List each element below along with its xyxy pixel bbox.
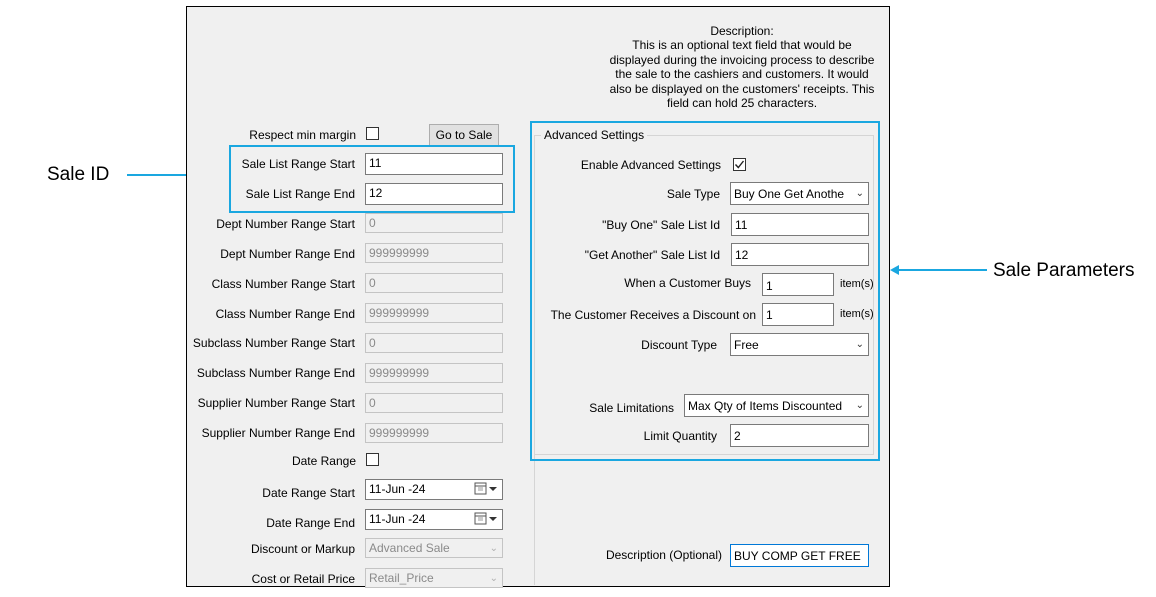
when-customer-buys-label: When a Customer Buys (624, 276, 751, 290)
dept-number-range-start-label: Dept Number Range Start (216, 217, 355, 231)
sale-parameters-arrowhead (890, 265, 899, 275)
class-number-range-end-input[interactable]: 999999999 (365, 303, 503, 323)
panel-divider (534, 455, 535, 585)
buy-one-sale-list-id-label: "Buy One" Sale List Id (602, 218, 720, 232)
discount-or-markup-select[interactable]: Advanced Sale ⌄ (365, 538, 503, 558)
class-number-range-start-label: Class Number Range Start (211, 277, 355, 291)
respect-min-margin-label: Respect min margin (249, 128, 356, 142)
chevron-down-icon: ⌄ (489, 573, 498, 584)
chevron-down-icon: ⌄ (489, 543, 498, 554)
sale-limitations-value: Max Qty of Items Discounted (688, 399, 843, 413)
customer-receives-discount-unit: item(s) (840, 308, 874, 320)
subclass-number-range-end-input[interactable]: 999999999 (365, 363, 503, 383)
subclass-number-range-end-label: Subclass Number Range End (196, 366, 355, 380)
description-optional-label: Description (Optional) (605, 548, 722, 562)
sale-limitations-label: Sale Limitations (589, 401, 674, 415)
date-range-end-value: 11-Jun -24 (369, 512, 426, 526)
discount-type-value: Free (734, 338, 759, 352)
sale-type-select[interactable]: Buy One Get Anothe ⌄ (730, 182, 869, 205)
supplier-number-range-start-input[interactable]: 0 (365, 393, 503, 413)
sale-parameters-arrow-line (899, 269, 987, 271)
chevron-down-icon: ⌄ (855, 399, 864, 413)
get-another-sale-list-id-label: "Get Another" Sale List Id (584, 248, 720, 262)
supplier-number-range-start-label: Supplier Number Range Start (197, 396, 355, 410)
sale-id-annotation: Sale ID (47, 164, 110, 185)
description-help-line: the sale to the cashiers and customers. … (615, 67, 869, 82)
sale-parameters-annotation: Sale Parameters (993, 260, 1135, 281)
sale-list-range-end-label: Sale List Range End (245, 187, 355, 201)
description-help-line: field can hold 25 characters. (666, 96, 818, 111)
sale-limitations-select[interactable]: Max Qty of Items Discounted ⌄ (684, 394, 869, 417)
chevron-down-icon: ⌄ (855, 339, 864, 350)
sale-type-value: Buy One Get Anothe (734, 187, 845, 201)
discount-type-label: Discount Type (641, 338, 717, 352)
calendar-dropdown-icon[interactable] (473, 482, 499, 496)
limit-quantity-input[interactable]: 2 (730, 424, 869, 447)
date-range-start-picker[interactable]: 11-Jun -24 (365, 479, 503, 500)
subclass-number-range-start-input[interactable]: 0 (365, 333, 503, 353)
date-range-checkbox[interactable] (366, 453, 379, 466)
supplier-number-range-end-label: Supplier Number Range End (201, 426, 355, 440)
get-another-sale-list-id-input[interactable]: 12 (731, 243, 869, 266)
description-help-line: This is an optional text field that woul… (632, 38, 852, 53)
respect-min-margin-checkbox[interactable] (366, 127, 379, 140)
checkmark-icon (734, 160, 745, 169)
class-number-range-start-input[interactable]: 0 (365, 273, 503, 293)
supplier-number-range-end-input[interactable]: 999999999 (365, 423, 503, 443)
calendar-dropdown-icon[interactable] (473, 512, 499, 526)
discount-or-markup-value: Advanced Sale (369, 541, 450, 555)
class-number-range-end-label: Class Number Range End (215, 307, 355, 321)
description-help-line: also be displayed on the customers' rece… (609, 81, 875, 96)
subclass-number-range-start-label: Subclass Number Range Start (192, 336, 355, 350)
date-range-start-label: Date Range Start (262, 486, 355, 500)
when-customer-buys-unit: item(s) (840, 278, 874, 290)
go-to-sale-button[interactable]: Go to Sale (429, 124, 499, 146)
discount-or-markup-label: Discount or Markup (250, 542, 355, 556)
description-help-text: Description: This is an optional text fi… (600, 24, 884, 110)
date-range-label: Date Range (291, 454, 356, 468)
description-help-line: displayed during the invoicing process t… (609, 52, 875, 67)
sale-type-label: Sale Type (666, 187, 720, 201)
dept-number-range-end-input[interactable]: 999999999 (365, 243, 503, 263)
enable-advanced-settings-label: Enable Advanced Settings (580, 158, 721, 172)
dept-number-range-start-input[interactable]: 0 (365, 213, 503, 233)
chevron-down-icon: ⌄ (855, 187, 864, 201)
customer-receives-discount-label: The Customer Receives a Discount on (550, 308, 756, 322)
cost-or-retail-price-select[interactable]: Retail_Price ⌄ (365, 568, 503, 588)
description-help-line: Description: (710, 24, 774, 38)
limit-quantity-label: Limit Quantity (643, 429, 717, 443)
description-optional-input[interactable]: BUY COMP GET FREE (730, 544, 869, 567)
when-customer-buys-input[interactable]: 1 (762, 273, 834, 296)
buy-one-sale-list-id-input[interactable]: 11 (731, 213, 869, 236)
customer-receives-discount-input[interactable]: 1 (762, 303, 834, 326)
date-range-end-picker[interactable]: 11-Jun -24 (365, 509, 503, 530)
enable-advanced-settings-checkbox[interactable] (733, 158, 746, 171)
cost-or-retail-price-label: Cost or Retail Price (251, 572, 355, 586)
sale-list-range-start-input[interactable]: 11 (365, 153, 503, 175)
date-range-start-value: 11-Jun -24 (369, 482, 426, 496)
discount-type-select[interactable]: Free ⌄ (730, 333, 869, 356)
cost-or-retail-price-value: Retail_Price (369, 571, 434, 585)
dept-number-range-end-label: Dept Number Range End (220, 247, 355, 261)
sale-list-range-start-label: Sale List Range Start (241, 157, 355, 171)
sale-list-range-end-input[interactable]: 12 (365, 183, 503, 205)
date-range-end-label: Date Range End (266, 516, 355, 530)
